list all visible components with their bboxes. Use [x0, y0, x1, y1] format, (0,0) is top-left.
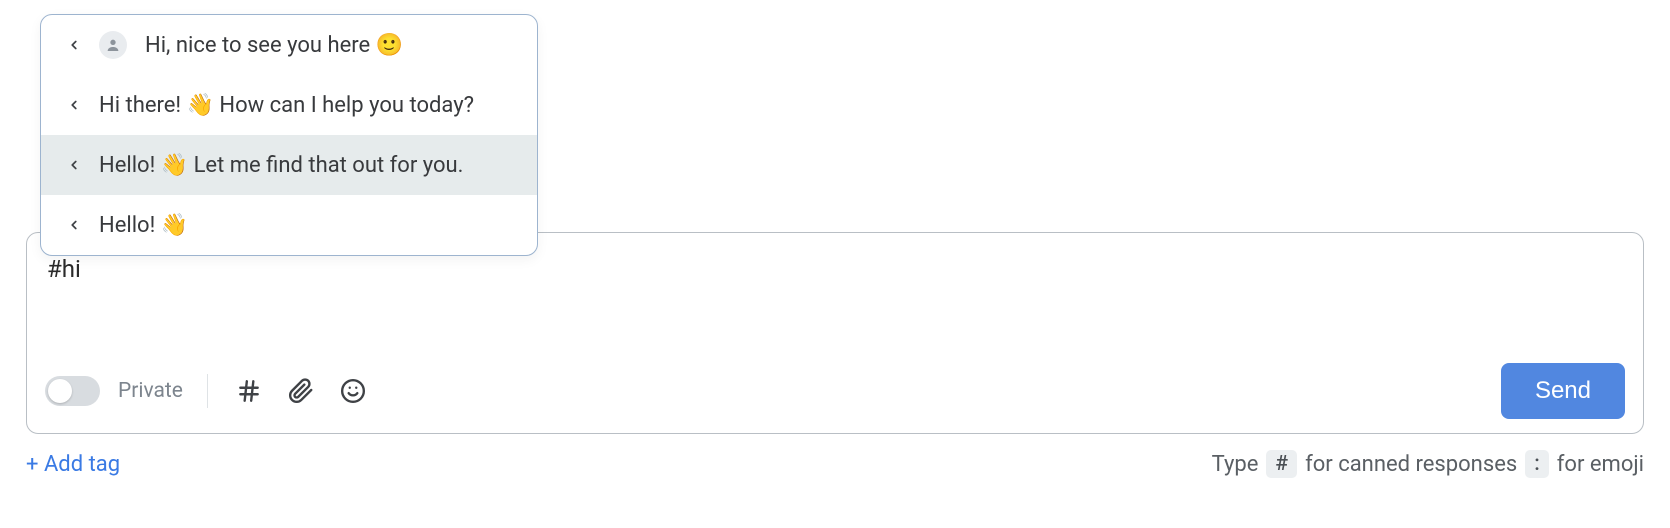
- canned-popup: Hi, nice to see you here 🙂 Hi there! 👋 H…: [40, 14, 538, 256]
- hash-icon[interactable]: [232, 374, 266, 408]
- chevron-left-icon: [67, 38, 81, 52]
- canned-item[interactable]: Hello! 👋 Let me find that out for you.: [41, 135, 537, 195]
- typing-hint: Type # for canned responses : for emoji: [1212, 450, 1644, 478]
- canned-item-text: Hello! 👋: [99, 213, 188, 238]
- message-composer: Private Send: [26, 232, 1644, 434]
- chevron-left-icon: [67, 218, 81, 232]
- divider: [207, 374, 208, 408]
- canned-item[interactable]: Hello! 👋: [41, 195, 537, 255]
- chevron-left-icon: [67, 158, 81, 172]
- attachment-icon[interactable]: [284, 374, 318, 408]
- emoji-icon[interactable]: [336, 374, 370, 408]
- toggle-knob: [48, 379, 72, 403]
- hint-text: Type: [1212, 452, 1259, 477]
- message-input[interactable]: [45, 255, 1625, 363]
- hash-key-icon: #: [1266, 450, 1297, 478]
- canned-item-text: Hello! 👋 Let me find that out for you.: [99, 153, 463, 178]
- hint-text: for canned responses: [1305, 452, 1517, 477]
- canned-item-text: Hi, nice to see you here 🙂: [145, 33, 403, 58]
- private-label: Private: [118, 379, 183, 403]
- footer: + Add tag Type # for canned responses : …: [26, 450, 1644, 478]
- canned-item[interactable]: Hi, nice to see you here 🙂: [41, 15, 537, 75]
- send-button[interactable]: Send: [1501, 363, 1625, 419]
- hint-text: for emoji: [1557, 452, 1644, 477]
- canned-item[interactable]: Hi there! 👋 How can I help you today?: [41, 75, 537, 135]
- composer-toolbar: Private Send: [45, 363, 1625, 419]
- add-tag-link[interactable]: + Add tag: [26, 452, 120, 477]
- private-toggle[interactable]: [45, 376, 100, 406]
- canned-item-text: Hi there! 👋 How can I help you today?: [99, 93, 474, 118]
- person-icon: [99, 31, 127, 59]
- chevron-left-icon: [67, 98, 81, 112]
- colon-key-icon: :: [1525, 450, 1549, 478]
